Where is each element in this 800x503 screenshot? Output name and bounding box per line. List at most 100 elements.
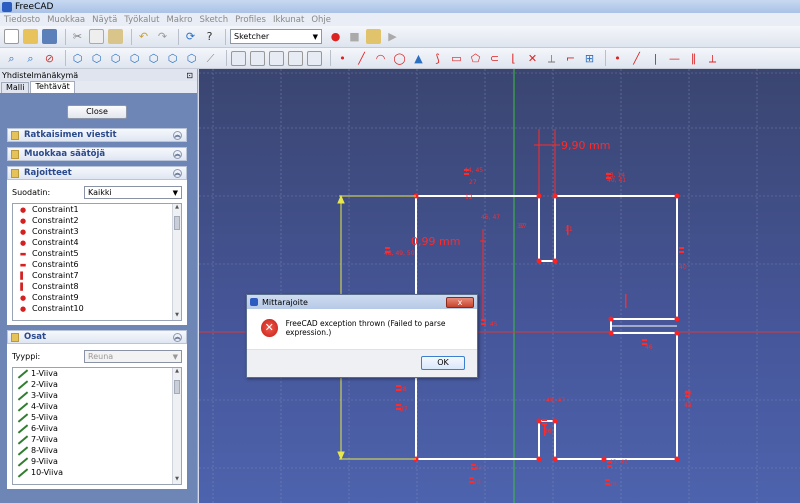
perpendicular-constraint-icon[interactable]: ⟂ <box>705 51 720 66</box>
scroll-thumb[interactable] <box>174 380 180 394</box>
scroll-up-icon[interactable]: ▲ <box>173 368 181 376</box>
menu-sketch[interactable]: Sketch <box>199 15 228 25</box>
list-item[interactable]: 7-Viiva <box>13 434 181 445</box>
dimension-label[interactable]: 11 <box>565 226 573 233</box>
view-front-icon[interactable]: ⬡ <box>89 51 104 66</box>
dimension-label[interactable]: 40, 47 <box>546 397 565 404</box>
draw-style-icon[interactable]: ⊘ <box>42 51 57 66</box>
polyline-icon[interactable]: ⟆ <box>430 51 445 66</box>
sketch-drawing[interactable]: 9,90 mm0,99 mm46, 4748, 49, 5044, 4513, … <box>199 69 800 503</box>
fit-all-icon[interactable]: ⌕ <box>4 51 19 66</box>
menu-windows[interactable]: Ikkunat <box>273 15 304 25</box>
conic-icon[interactable]: ▲ <box>411 51 426 66</box>
point-icon[interactable]: • <box>335 51 350 66</box>
tab-tasks[interactable]: Tehtävät <box>30 81 75 93</box>
coincident-constraint-icon[interactable]: • <box>610 51 625 66</box>
list-item[interactable]: 3-Viiva <box>13 390 181 401</box>
solver-messages-header[interactable]: Ratkaisimen viestit ︽ <box>7 128 187 142</box>
list-item[interactable]: 2-Viiva <box>13 379 181 390</box>
constraint-list[interactable]: ● Constraint1 ● Constraint2 ● Constraint3 ● Con… <box>12 203 182 321</box>
element-list[interactable]: 1-Viiva 2-Viiva 3-Viiva 4-Viiva 5-Viiva 6-Vii… <box>12 367 182 485</box>
leave-sketch-icon[interactable] <box>288 50 303 66</box>
scroll-down-icon[interactable]: ▼ <box>173 312 181 320</box>
trim-icon[interactable]: ✕ <box>525 51 540 66</box>
new-sketch-icon[interactable] <box>231 50 246 66</box>
dimension-label[interactable]: 37 <box>519 223 527 230</box>
list-item[interactable]: 1-Viiva <box>13 368 181 379</box>
construction-mode-icon[interactable]: ⊞ <box>582 51 597 66</box>
filter-select[interactable]: Kaikki ▼ <box>84 186 182 199</box>
run-macro-icon[interactable]: ▶ <box>385 29 400 44</box>
dimension-label[interactable]: 46 <box>645 344 653 351</box>
sketch-canvas[interactable]: 9,90 mm 0,99 mm 46, 47 48, 49, 50 44, 45 13, … <box>199 69 800 503</box>
expand-icon[interactable]: ︽ <box>173 130 182 140</box>
list-item[interactable]: 10-Viiva <box>13 467 181 478</box>
collapse-icon[interactable]: ︽ <box>173 332 182 342</box>
list-item[interactable]: ● Constraint1 <box>13 204 181 215</box>
circle-icon[interactable]: ◯ <box>392 51 407 66</box>
stop-macro-icon[interactable]: ■ <box>347 29 362 44</box>
list-item[interactable]: 8-Viiva <box>13 445 181 456</box>
scroll-up-icon[interactable]: ▲ <box>173 204 181 212</box>
dimension-label[interactable]: 27 <box>469 179 477 186</box>
menu-help[interactable]: Ohje <box>311 15 331 25</box>
collapse-icon[interactable]: ︽ <box>173 168 182 178</box>
record-macro-icon[interactable]: ● <box>328 29 343 44</box>
close-icon[interactable]: x <box>446 296 474 308</box>
cut-icon[interactable]: ✂ <box>70 29 85 44</box>
point-on-object-icon[interactable]: ╱ <box>629 51 644 66</box>
menu-file[interactable]: Tiedosto <box>4 15 40 25</box>
map-sketch-icon[interactable] <box>269 50 284 66</box>
dimension-label[interactable]: 28 <box>473 479 481 486</box>
menu-edit[interactable]: Muokkaa <box>47 15 85 25</box>
undock-icon[interactable]: ⊡ <box>186 71 193 80</box>
dimension-label[interactable]: 46, 47 <box>481 214 500 221</box>
dimension-label[interactable]: 9,90 mm <box>561 139 610 152</box>
list-item[interactable]: ● Constraint4 <box>13 237 181 248</box>
menu-macro[interactable]: Makro <box>166 15 192 25</box>
view-rear-icon[interactable]: ⬡ <box>146 51 161 66</box>
parallel-constraint-icon[interactable]: ∥ <box>686 51 701 66</box>
constraint-list-scrollbar[interactable]: ▲ ▼ <box>172 204 181 320</box>
arc-icon[interactable]: ◠ <box>373 51 388 66</box>
refresh-icon[interactable]: ⟳ <box>183 29 198 44</box>
dimension-label[interactable]: 40 <box>679 264 687 271</box>
dimension-label[interactable]: 48 <box>684 402 692 409</box>
fit-selection-icon[interactable]: ⌕ <box>23 51 38 66</box>
dimension-label[interactable]: 12 <box>465 194 473 201</box>
menu-tools[interactable]: Työkalut <box>124 15 159 25</box>
list-item[interactable]: ● Constraint3 <box>13 226 181 237</box>
list-item[interactable]: ● Constraint9 <box>13 292 181 303</box>
scroll-down-icon[interactable]: ▼ <box>173 476 181 484</box>
element-list-scrollbar[interactable]: ▲ ▼ <box>172 368 181 484</box>
slot-icon[interactable]: ⊂ <box>487 51 502 66</box>
rectangle-icon[interactable]: ▭ <box>449 51 464 66</box>
measure-icon[interactable]: ⟋ <box>203 51 218 66</box>
vertical-constraint-icon[interactable]: | <box>648 51 663 66</box>
dimension-label[interactable]: 27 <box>400 406 408 413</box>
tab-model[interactable]: Malli <box>1 82 30 93</box>
line-icon[interactable]: ╱ <box>354 51 369 66</box>
horizontal-constraint-icon[interactable]: — <box>667 51 682 66</box>
undo-icon[interactable]: ↶ <box>136 29 151 44</box>
merge-sketch-icon[interactable] <box>307 50 322 66</box>
dimension-label[interactable]: 28 <box>609 481 617 488</box>
list-item[interactable]: 9-Viiva <box>13 456 181 467</box>
copy-icon[interactable] <box>89 29 104 44</box>
fillet-icon[interactable]: ⌊ <box>506 51 521 66</box>
list-item[interactable]: ▬ Constraint5 <box>13 248 181 259</box>
whats-this-icon[interactable]: ? <box>202 29 217 44</box>
view-bottom-icon[interactable]: ⬡ <box>165 51 180 66</box>
list-item[interactable]: 6-Viiva <box>13 423 181 434</box>
menu-profiles[interactable]: Profiles <box>235 15 266 25</box>
new-file-icon[interactable] <box>4 29 19 44</box>
type-select[interactable]: Reuna ▼ <box>84 350 182 363</box>
menu-view[interactable]: Näytä <box>92 15 117 25</box>
view-left-icon[interactable]: ⬡ <box>184 51 199 66</box>
list-item[interactable]: ● Constraint2 <box>13 215 181 226</box>
list-item[interactable]: ▌ Constraint7 <box>13 270 181 281</box>
view-sketch-icon[interactable] <box>250 50 265 66</box>
close-button[interactable]: Close <box>67 105 127 119</box>
workbench-selector[interactable]: Sketcher ▼ <box>230 29 322 44</box>
list-item[interactable]: 4-Viiva <box>13 401 181 412</box>
